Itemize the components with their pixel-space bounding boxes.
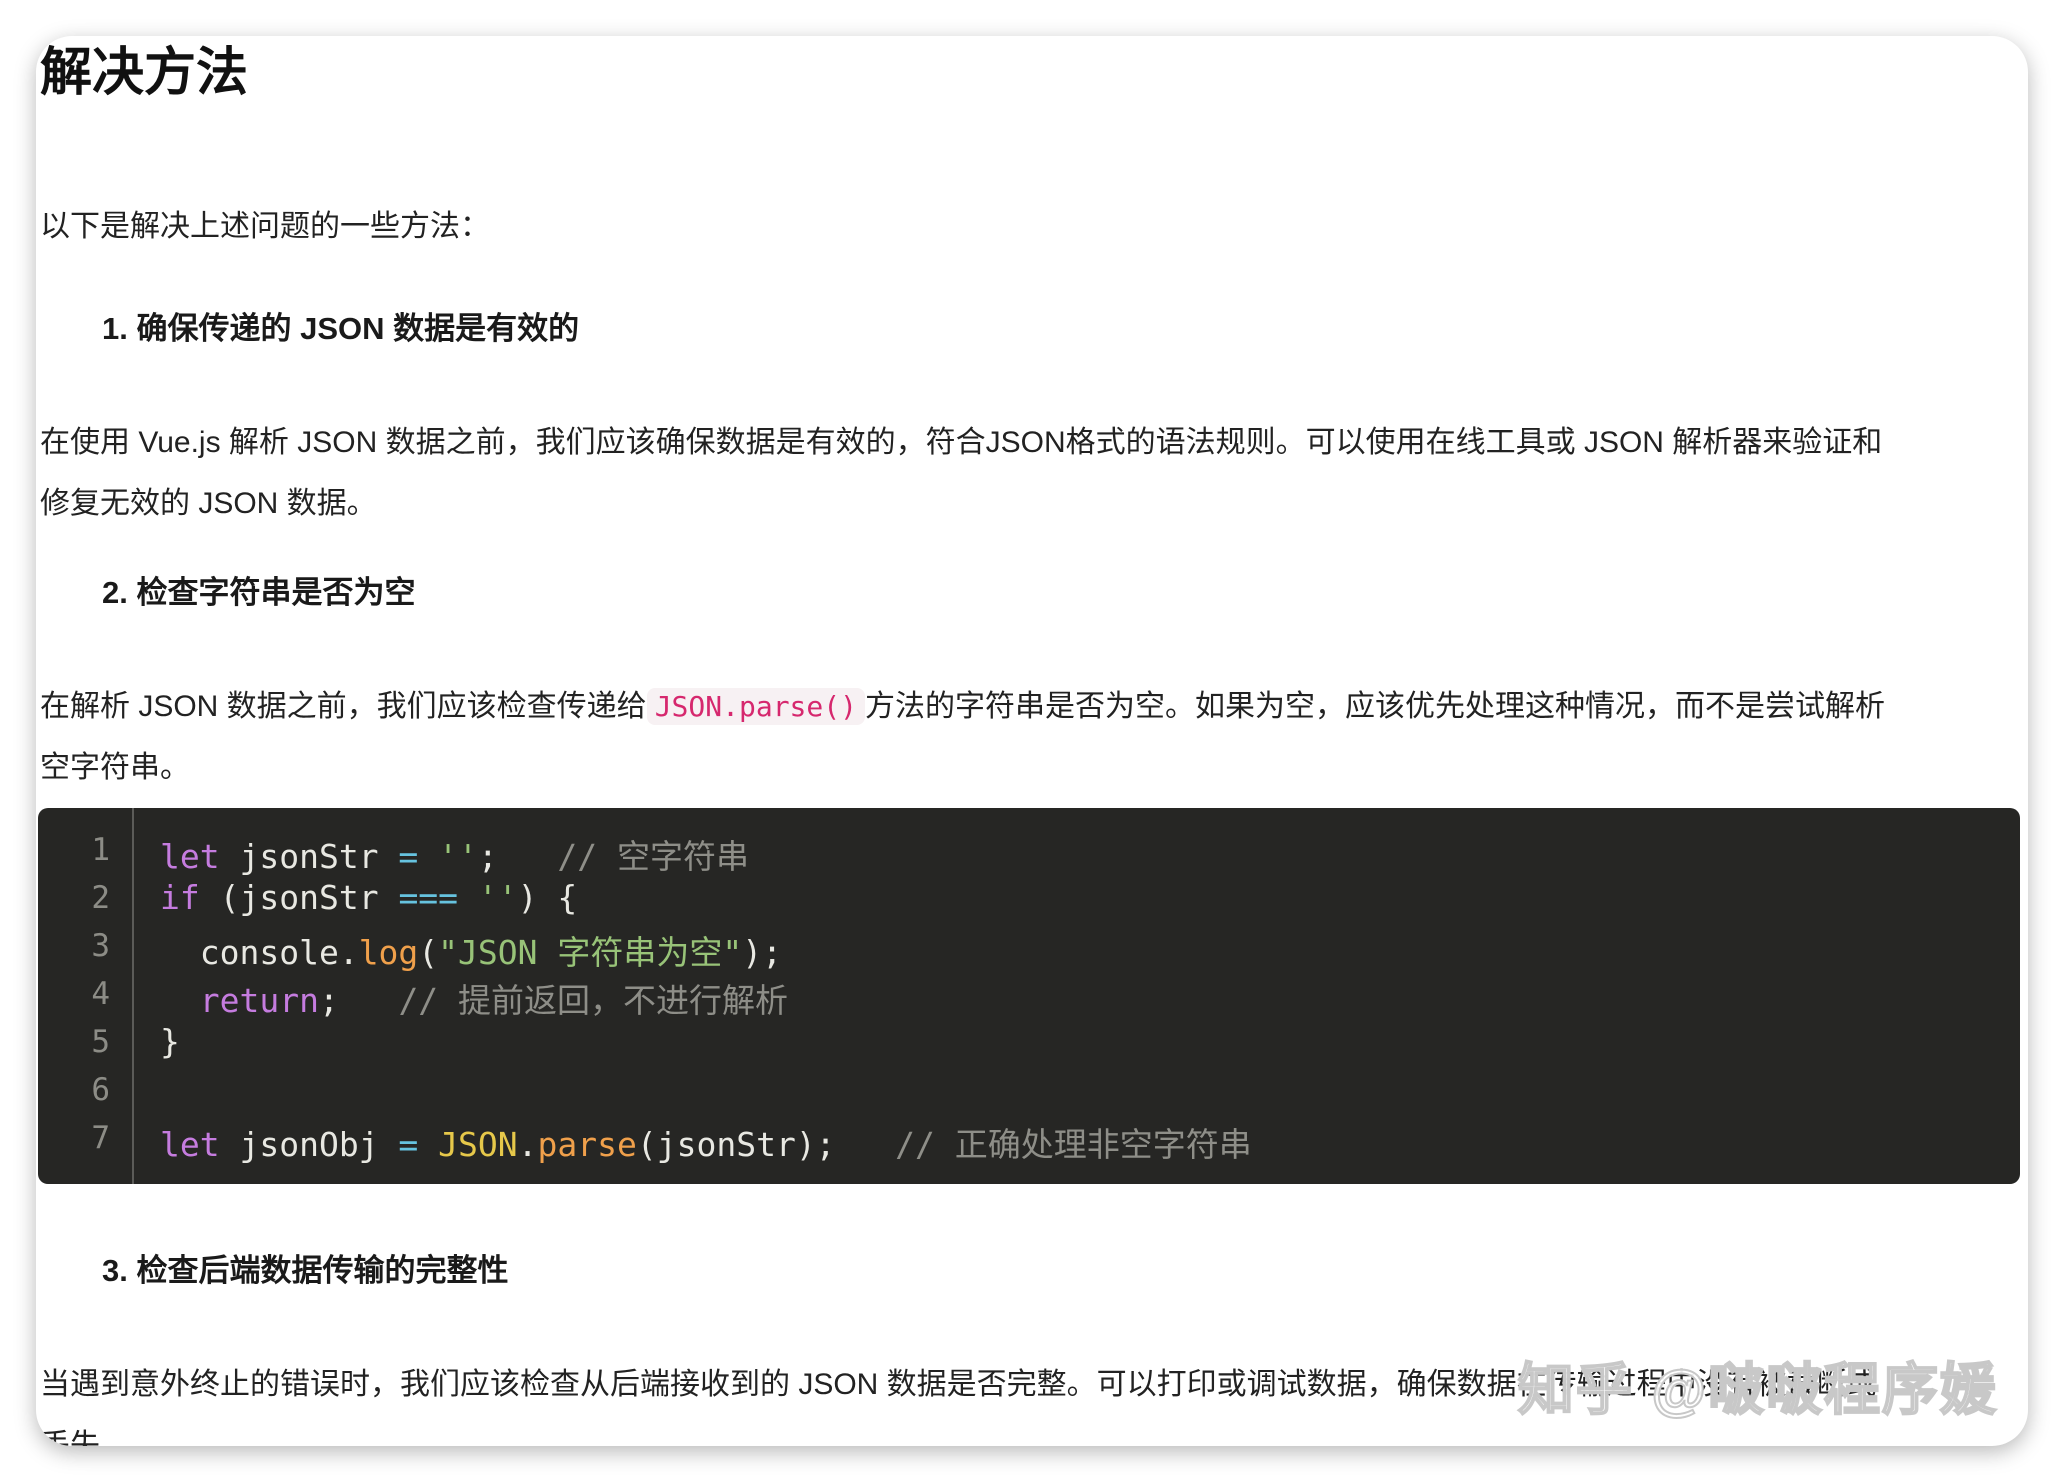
- code-token: =: [398, 1125, 419, 1164]
- paragraph-1-line-1: 在使用 Vue.js 解析 JSON 数据之前，我们应该确保数据是有效的，符合J…: [40, 426, 1883, 459]
- code-line-3: console.log("JSON 字符串为空");: [160, 926, 782, 974]
- code-token: '': [477, 878, 518, 917]
- paragraph-2: 在解析 JSON 数据之前，我们应该检查传递给 JSON.parse() 方法的字符…: [40, 676, 1885, 798]
- paragraph-2-line-1: 在解析 JSON 数据之前，我们应该检查传递给 JSON.parse() 方法的字符…: [40, 676, 1885, 737]
- subheading-2: 2. 检查字符串是否为空: [102, 575, 416, 610]
- paragraph-2-text-before: 在解析 JSON 数据之前，我们应该检查传递给: [40, 690, 647, 723]
- code-lines: let jsonStr = ''; // 空字符串 if (jsonStr ==…: [160, 808, 1252, 1164]
- code-token: jsonStr: [219, 837, 399, 876]
- code-comment: // 正确处理非空字符串: [895, 1125, 1252, 1164]
- code-token: =: [398, 837, 419, 876]
- code-token: (jsonStr);: [636, 1125, 896, 1164]
- code-line-2: if (jsonStr === '') {: [160, 878, 577, 917]
- line-number: 2: [91, 880, 110, 916]
- paragraph-1-line-2: 修复无效的 JSON 数据。: [40, 487, 377, 520]
- code-token: .: [517, 1125, 538, 1164]
- line-number-gutter: 1 2 3 4 5 6 7: [38, 808, 134, 1184]
- line-number: 7: [91, 1120, 110, 1156]
- code-token: ;: [318, 981, 399, 1020]
- code-line-4: return; // 提前返回，不进行解析: [160, 974, 788, 1022]
- code-token: (: [418, 933, 439, 972]
- subheading-1: 1. 确保传递的 JSON 数据是有效的: [102, 311, 580, 346]
- code-line-1: let jsonStr = ''; // 空字符串: [160, 830, 749, 878]
- zhihu-watermark: 知乎 @啵啵程序媛: [1517, 1357, 1998, 1422]
- paragraph-2-line-2: 空字符串。: [40, 751, 190, 784]
- line-number: 3: [91, 928, 110, 964]
- code-token: ) {: [517, 878, 578, 917]
- code-token: ;: [477, 837, 558, 876]
- code-token: }: [160, 1022, 180, 1061]
- code-block[interactable]: 1 2 3 4 5 6 7 let jsonStr = ''; // 空字符串 …: [38, 808, 2020, 1184]
- intro-text: 以下是解决上述问题的一些方法：: [40, 210, 490, 243]
- code-token: if: [160, 878, 200, 917]
- paragraph-2-text-after: 方法的字符串是否为空。如果为空，应该优先处理这种情况，而不是尝试解析: [864, 690, 1885, 723]
- article-content: 解决方法 以下是解决上述问题的一些方法： 1. 确保传递的 JSON 数据是有效…: [36, 36, 2028, 1446]
- code-token: log: [358, 933, 419, 972]
- code-line-7: let jsonObj = JSON.parse(jsonStr); // 正确…: [160, 1118, 1252, 1166]
- code-token: jsonObj: [219, 1125, 399, 1164]
- code-token: "JSON 字符串为空": [438, 933, 743, 972]
- code-line-5: }: [160, 1022, 180, 1061]
- line-number: 5: [91, 1024, 110, 1060]
- code-token: let: [160, 1125, 220, 1164]
- code-comment: // 空字符串: [557, 837, 750, 876]
- subheading-3: 3. 检查后端数据传输的完整性: [102, 1253, 509, 1288]
- line-number: 4: [91, 976, 110, 1012]
- article-card: 解决方法 以下是解决上述问题的一些方法： 1. 确保传递的 JSON 数据是有效…: [36, 36, 2028, 1446]
- code-comment: // 提前返回，不进行解析: [398, 981, 789, 1020]
- intro-paragraph: 以下是解决上述问题的一些方法：: [40, 196, 490, 257]
- code-token: ===: [398, 878, 459, 917]
- code-token: );: [742, 933, 782, 972]
- inline-code-json-parse: JSON.parse(): [646, 688, 865, 725]
- code-token: '': [438, 837, 478, 876]
- code-token: parse: [537, 1125, 637, 1164]
- code-token: (jsonStr: [199, 878, 399, 917]
- code-token: let: [160, 837, 220, 876]
- line-number: 6: [91, 1072, 110, 1108]
- code-token: console.: [160, 933, 359, 972]
- code-token: return: [160, 981, 319, 1020]
- line-number: 1: [91, 832, 110, 868]
- section-heading: 解决方法: [40, 44, 249, 102]
- code-token: JSON: [438, 1125, 518, 1164]
- paragraph-1: 在使用 Vue.js 解析 JSON 数据之前，我们应该确保数据是有效的，符合J…: [40, 412, 1882, 534]
